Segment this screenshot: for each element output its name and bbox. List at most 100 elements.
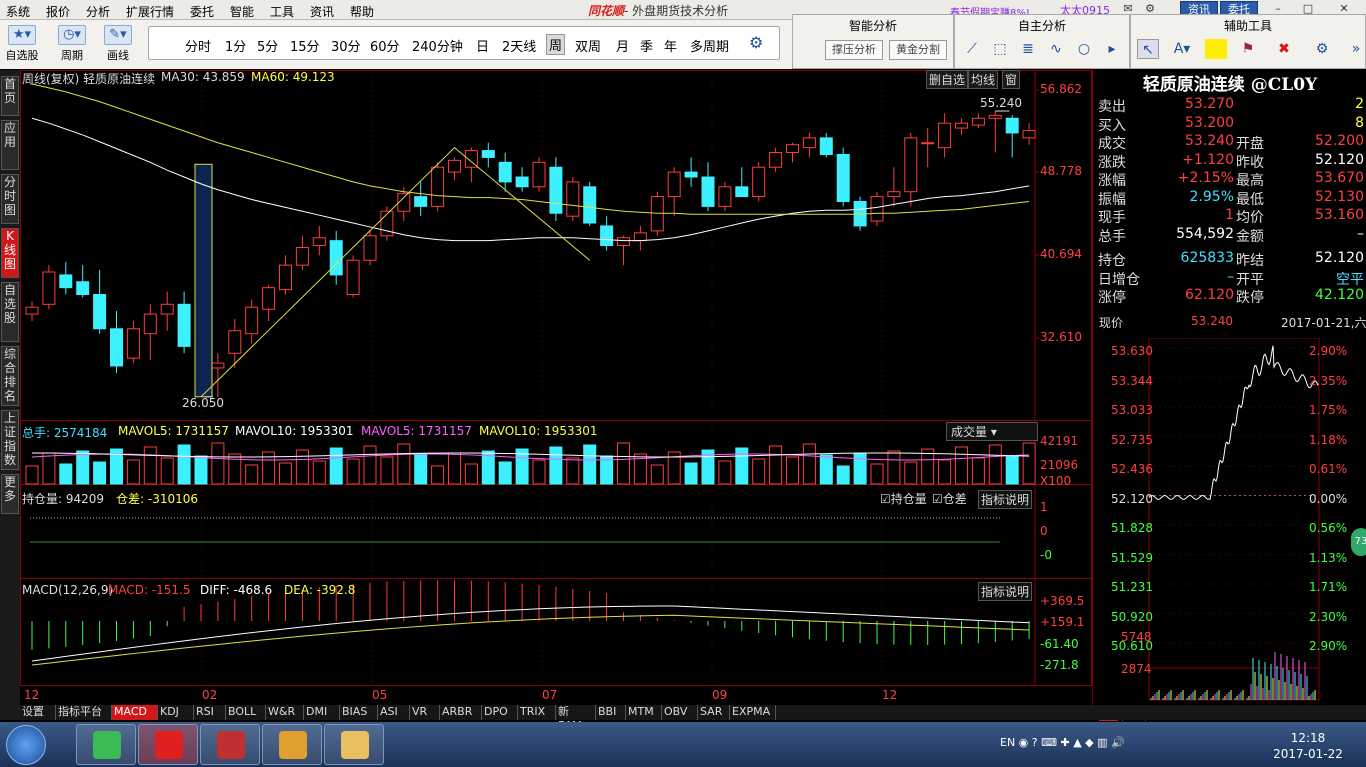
menu-analysis[interactable]: 分析: [86, 3, 110, 20]
taskbar-app-cards[interactable]: [200, 724, 260, 765]
taskbar-app-paint[interactable]: [262, 724, 322, 765]
volume-selector[interactable]: 成交量 ▾: [946, 422, 1038, 441]
tab-bbi[interactable]: BBI: [596, 705, 626, 720]
sidebar-item-apps[interactable]: 应用: [1, 120, 19, 170]
tab-dma[interactable]: 新DMA: [556, 705, 596, 732]
sidebar-item-ranking[interactable]: 综合排名: [1, 346, 19, 406]
tab-dmi[interactable]: DMI: [304, 705, 340, 720]
period-month[interactable]: 月: [616, 36, 629, 55]
period-1min[interactable]: 1分: [225, 36, 246, 55]
candle-body: [786, 144, 799, 154]
ytick-1: 56.862: [1040, 82, 1082, 96]
rect-icon[interactable]: ⬚: [989, 39, 1011, 59]
drawn-trendline: [200, 146, 591, 398]
tab-kdj[interactable]: KDJ: [158, 705, 194, 720]
draw-tool[interactable]: ✎▾ 画线: [100, 23, 136, 63]
tab-macd[interactable]: MACD: [112, 705, 158, 720]
kline-chart-svg[interactable]: [20, 70, 1092, 705]
support-resistance-button[interactable]: 撑压分析: [825, 40, 883, 60]
period-year[interactable]: 年: [664, 36, 677, 55]
tab-obv[interactable]: OBV: [662, 705, 698, 720]
period-multi[interactable]: 多周期: [690, 36, 729, 55]
menu-news[interactable]: 资讯: [310, 3, 334, 20]
taskbar-clock[interactable]: 12:18 2017-01-22: [1272, 730, 1344, 762]
sidebar-item-kline[interactable]: K线图: [1, 228, 19, 278]
menu-quote[interactable]: 报价: [46, 3, 70, 20]
menu-system[interactable]: 系统: [6, 3, 30, 20]
intraday-badge[interactable]: 73: [1351, 528, 1366, 556]
window-button[interactable]: 窗: [1002, 70, 1021, 89]
menu-trade[interactable]: 委托: [190, 3, 214, 20]
period-day[interactable]: 日: [476, 36, 489, 55]
highlight-box: [194, 163, 213, 398]
sidebar-item-shindex[interactable]: 上证指数: [1, 410, 19, 470]
tab-[interactable]: 指标平台: [56, 705, 112, 720]
period-60min[interactable]: 60分: [370, 36, 400, 55]
ma-button[interactable]: 均线: [968, 70, 999, 89]
oi-explain-button[interactable]: 指标说明: [978, 490, 1033, 509]
quote-value-right: –: [1357, 225, 1364, 242]
sidebar-item-home[interactable]: 首页: [1, 76, 19, 116]
menu-ext-quote[interactable]: 扩展行情: [126, 3, 174, 20]
golden-section-button[interactable]: 黄金分割: [889, 40, 947, 60]
custom-analysis-title: 自主分析: [1017, 19, 1066, 33]
period-fenshi[interactable]: 分时: [185, 36, 211, 55]
delete-favorite-button[interactable]: 删自选: [926, 70, 969, 89]
channel-icon[interactable]: ≣: [1017, 39, 1039, 59]
wave-icon[interactable]: ∿: [1045, 39, 1067, 59]
marker-icon[interactable]: ⚑: [1237, 39, 1259, 59]
volume-total: 总手: 2574184: [22, 426, 108, 440]
color-swatch[interactable]: [1205, 39, 1227, 59]
macd-dea-line: [31, 614, 1030, 666]
period-30min[interactable]: 30分: [331, 36, 361, 55]
delete-icon[interactable]: ✖: [1273, 39, 1295, 59]
app-title-text: - 外盘期货技术分析: [624, 4, 729, 18]
language-indicator[interactable]: EN: [1000, 736, 1015, 749]
overflow-icon[interactable]: »: [1345, 39, 1366, 59]
menu-smart[interactable]: 智能: [230, 3, 254, 20]
tab-expma[interactable]: EXPMA: [730, 705, 776, 720]
tab-sar[interactable]: SAR: [698, 705, 730, 720]
tab-vr[interactable]: VR: [410, 705, 440, 720]
period-2day[interactable]: 2天线: [502, 36, 536, 55]
more-draw-icon[interactable]: ▸: [1101, 39, 1123, 59]
tab-[interactable]: 设置: [20, 705, 56, 720]
line-icon[interactable]: ⟋: [961, 39, 983, 59]
tab-mtm[interactable]: MTM: [626, 705, 662, 720]
tab-rsi[interactable]: RSI: [194, 705, 226, 720]
period-240min[interactable]: 240分钟: [412, 36, 463, 55]
tab-arbr[interactable]: ARBR: [440, 705, 482, 720]
period-week[interactable]: 周: [546, 34, 566, 55]
cursor-icon[interactable]: ↖: [1137, 39, 1159, 59]
tab-asi[interactable]: ASI: [378, 705, 410, 720]
sidebar-item-more[interactable]: 更多: [1, 474, 19, 514]
watchlist-tool[interactable]: ★▾ 自选股: [4, 23, 40, 63]
gear-icon[interactable]: ⚙: [749, 33, 763, 52]
tab-wr[interactable]: W&R: [266, 705, 304, 720]
tab-boll[interactable]: BOLL: [226, 705, 266, 720]
taskbar-app-refresh[interactable]: [76, 724, 136, 765]
text-icon[interactable]: A▾: [1171, 39, 1193, 59]
sidebar-item-intraday[interactable]: 分时图: [1, 174, 19, 224]
circle-icon[interactable]: ○: [1073, 39, 1095, 59]
tab-dpo[interactable]: DPO: [482, 705, 518, 720]
aux-settings-icon[interactable]: ⚙: [1311, 39, 1333, 59]
menu-tools[interactable]: 工具: [270, 3, 294, 20]
period-5min[interactable]: 5分: [257, 36, 278, 55]
volume-bar: [583, 444, 597, 485]
menu-help[interactable]: 帮助: [350, 3, 374, 20]
tab-bias[interactable]: BIAS: [340, 705, 378, 720]
period-2week[interactable]: 双周: [575, 36, 601, 55]
macd-explain-button[interactable]: 指标说明: [978, 582, 1033, 601]
period-tool[interactable]: ◷▾ 周期: [54, 23, 90, 63]
period-15min[interactable]: 15分: [290, 36, 320, 55]
sidebar-item-watchlist[interactable]: 自选股: [1, 282, 19, 342]
period-quarter[interactable]: 季: [640, 36, 653, 55]
taskbar-app-tonghuashun[interactable]: [138, 724, 198, 765]
taskbar-app-explorer[interactable]: [324, 724, 384, 765]
tab-trix[interactable]: TRIX: [518, 705, 556, 720]
candle-body: [1005, 117, 1019, 134]
oi-checkbox[interactable]: ☑持仓量: [880, 490, 927, 507]
windows-start-icon[interactable]: [6, 725, 46, 765]
oi-diff-checkbox[interactable]: ☑仓差: [932, 490, 967, 507]
